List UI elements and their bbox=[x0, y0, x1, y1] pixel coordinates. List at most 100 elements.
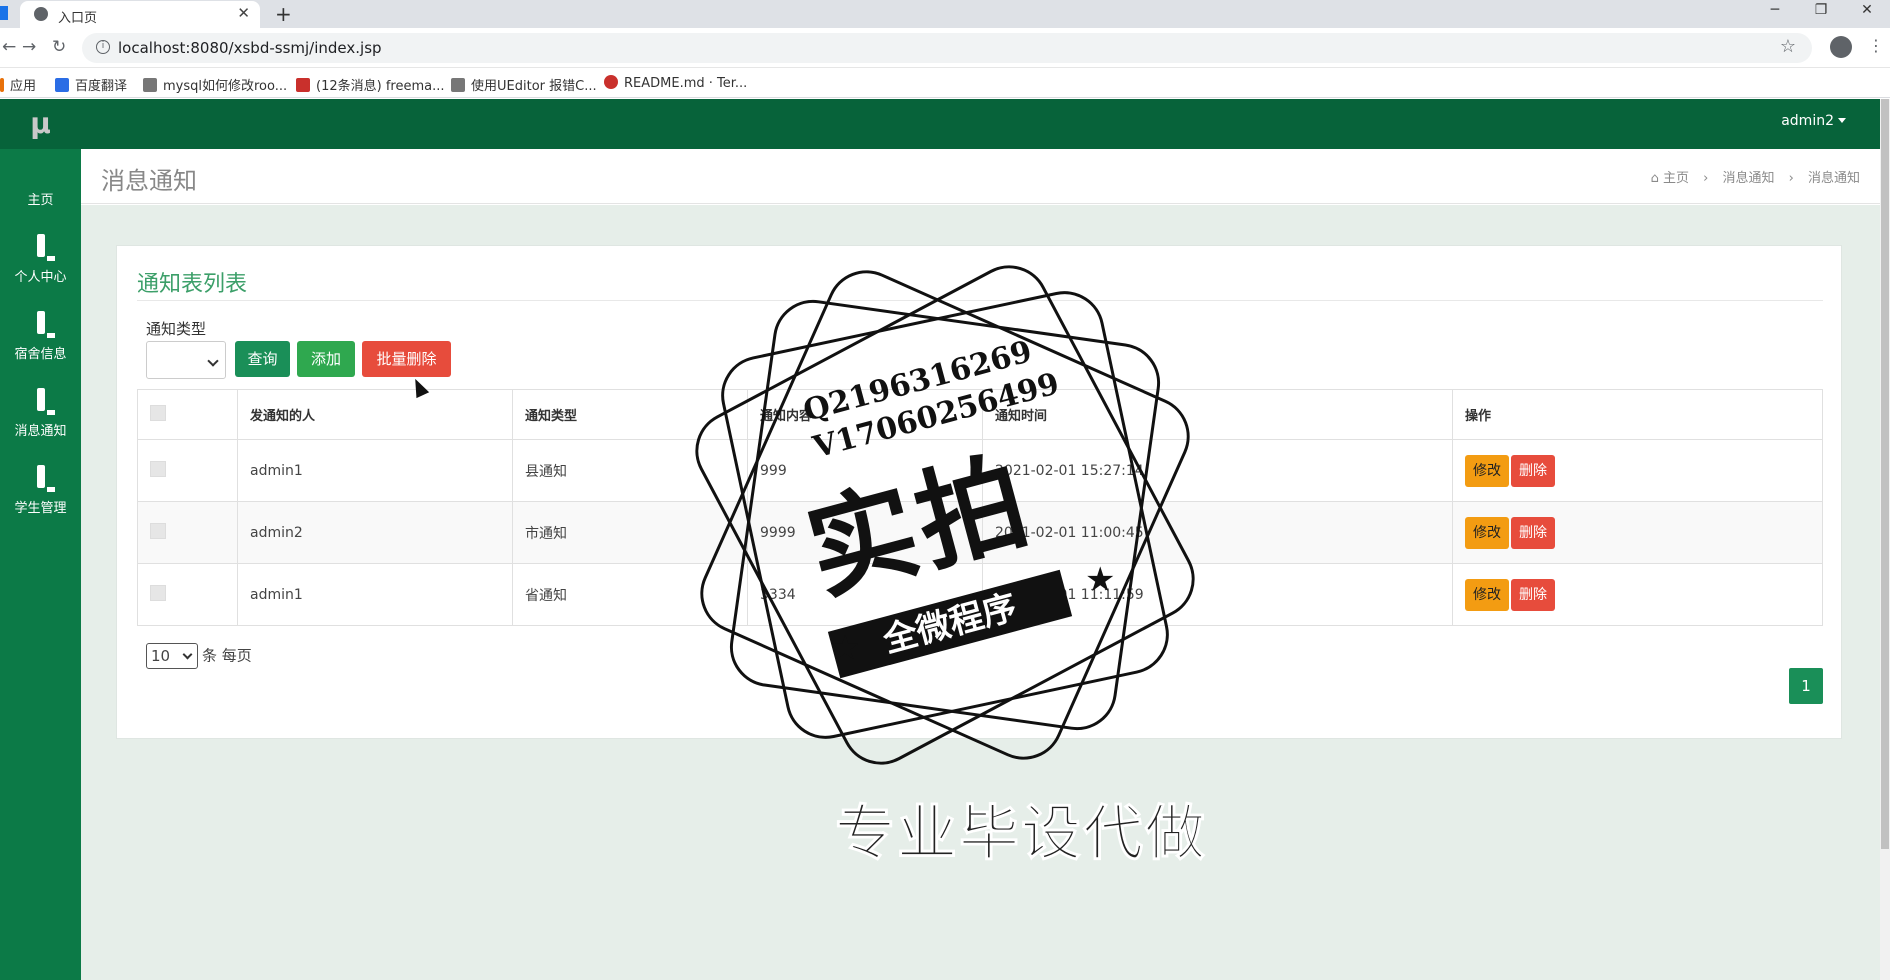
home-icon: ⌂ bbox=[1650, 171, 1659, 186]
content-cell: 999 bbox=[747, 439, 983, 502]
bookmark-star-icon[interactable]: ☆ bbox=[1780, 36, 1796, 57]
new-tab-button[interactable]: + bbox=[275, 2, 292, 26]
browser-menu-icon[interactable]: ⋮ bbox=[1868, 36, 1884, 55]
monitor-icon bbox=[27, 388, 55, 414]
address-bar: ← → ↻ i localhost:8080/xsbd-ssmj/index.j… bbox=[0, 28, 1890, 68]
type-cell: 县通知 bbox=[512, 439, 748, 502]
edit-button[interactable]: 修改 bbox=[1465, 578, 1509, 611]
user-menu[interactable]: admin2 bbox=[1781, 113, 1846, 129]
page-scrollbar[interactable] bbox=[1880, 99, 1890, 980]
url-field[interactable]: i localhost:8080/xsbd-ssmj/index.jsp ☆ bbox=[82, 33, 1812, 63]
bookmark-apps[interactable]: 应用 bbox=[0, 75, 36, 94]
time-cell: 2021-02-01 11:00:45 bbox=[982, 501, 1453, 564]
row-select-cell bbox=[137, 563, 238, 626]
breadcrumb-section[interactable]: 消息通知 bbox=[1722, 171, 1774, 186]
notice-type-select[interactable] bbox=[146, 341, 226, 379]
window-close-icon[interactable]: ✕ bbox=[1844, 0, 1890, 28]
watermark-bottom-text: 专业毕设代做 bbox=[835, 799, 1207, 870]
minimize-icon[interactable]: ─ bbox=[1752, 0, 1798, 28]
row-checkbox[interactable] bbox=[150, 584, 166, 601]
monitor-icon bbox=[27, 311, 55, 337]
forward-icon[interactable]: → bbox=[22, 37, 36, 57]
edit-button[interactable]: 修改 bbox=[1465, 516, 1509, 549]
gitee-icon bbox=[604, 75, 618, 89]
username: admin2 bbox=[1781, 113, 1834, 129]
bookmark-ueditor[interactable]: 使用UEditor 报错C... bbox=[451, 75, 597, 94]
list-panel: 通知表列表 通知类型 查询 添加 批量删除 发通知的人 通知类型 通知内容 通知… bbox=[116, 245, 1842, 739]
breadcrumb-home[interactable]: 主页 bbox=[1663, 171, 1689, 186]
column-header[interactable]: 通知类型 bbox=[512, 389, 748, 440]
sidebar-item-label: 消息通知 bbox=[14, 424, 67, 439]
chevron-right-icon: › bbox=[1703, 171, 1709, 186]
delete-button[interactable]: 删除 bbox=[1511, 454, 1555, 487]
sidebar-item-dormitory[interactable]: 宿舍信息 bbox=[0, 311, 81, 391]
delete-button[interactable]: 删除 bbox=[1511, 578, 1555, 611]
back-icon[interactable]: ← bbox=[2, 37, 16, 57]
page-icon bbox=[451, 78, 465, 92]
app-logo[interactable]: μ bbox=[0, 99, 81, 149]
bookmark-mysql[interactable]: mysql如何修改roo... bbox=[143, 75, 287, 94]
sender-cell: admin1 bbox=[237, 439, 513, 502]
tab-title: 入口页 bbox=[58, 11, 98, 26]
sidebar-item-label: 主页 bbox=[27, 193, 54, 208]
content-cell: 9999 bbox=[747, 501, 983, 564]
column-header[interactable]: 通知内容 bbox=[747, 389, 983, 440]
row-checkbox[interactable] bbox=[150, 522, 166, 539]
csdn-icon bbox=[296, 78, 310, 92]
page-header: 消息通知 ⌂ 主页 › 消息通知 › 消息通知 bbox=[81, 149, 1880, 204]
window-controls: ─ ❐ ✕ bbox=[1752, 0, 1890, 28]
bookmark-csdn[interactable]: (12条消息) freema... bbox=[296, 75, 444, 94]
sidebar-item-label: 学生管理 bbox=[14, 501, 67, 516]
sidebar-item-personal-center[interactable]: 个人中心 bbox=[0, 234, 81, 314]
query-button[interactable]: 查询 bbox=[235, 341, 290, 377]
breadcrumb-current: 消息通知 bbox=[1807, 171, 1860, 186]
add-button[interactable]: 添加 bbox=[297, 341, 355, 377]
browser-tab-strip: 入口页 ✕ + ─ ❐ ✕ bbox=[0, 0, 1890, 28]
info-icon[interactable]: i bbox=[96, 40, 110, 54]
monitor-icon bbox=[27, 465, 55, 491]
row-select-cell bbox=[137, 501, 238, 564]
chevron-right-icon: › bbox=[1788, 171, 1794, 186]
monitor-icon bbox=[27, 234, 55, 260]
sidebar-item-home[interactable]: 主页 bbox=[0, 161, 81, 237]
sidebar-item-label: 个人中心 bbox=[14, 270, 67, 285]
column-header[interactable]: 通知时间 bbox=[982, 389, 1453, 440]
scrollbar-thumb[interactable] bbox=[1881, 99, 1889, 849]
batch-delete-button[interactable]: 批量删除 bbox=[362, 341, 451, 377]
row-checkbox[interactable] bbox=[150, 460, 166, 477]
bookmark-readme[interactable]: README.md · Ter... bbox=[604, 75, 747, 91]
url-text[interactable]: localhost:8080/xsbd-ssmj/index.jsp bbox=[118, 39, 382, 57]
page-size-select[interactable]: 10 bbox=[146, 643, 198, 669]
caret-down-icon bbox=[1838, 118, 1846, 123]
reload-icon[interactable]: ↻ bbox=[52, 37, 66, 57]
profile-avatar-icon[interactable] bbox=[1830, 36, 1852, 58]
column-header[interactable]: 发通知的人 bbox=[237, 389, 513, 440]
bookmark-baidu-translate[interactable]: 百度翻译 bbox=[55, 75, 127, 94]
browser-tab[interactable]: 入口页 ✕ bbox=[20, 1, 260, 28]
type-cell: 市通知 bbox=[512, 501, 748, 564]
list-title: 通知表列表 bbox=[137, 272, 248, 297]
page-size-control: 10 条 每页 bbox=[146, 643, 252, 669]
dashboard-icon bbox=[27, 161, 55, 183]
pagination-page-1[interactable]: 1 bbox=[1789, 668, 1823, 704]
apps-icon bbox=[0, 78, 4, 92]
sender-cell: admin2 bbox=[237, 501, 513, 564]
filter-label: 通知类型 bbox=[146, 320, 207, 338]
delete-button[interactable]: 删除 bbox=[1511, 516, 1555, 549]
edit-button[interactable]: 修改 bbox=[1465, 454, 1509, 487]
actions-cell: 修改 删除 bbox=[1452, 501, 1823, 564]
sidebar-item-notifications[interactable]: 消息通知 bbox=[0, 388, 81, 468]
bookmarks-bar: 应用 百度翻译 mysql如何修改roo... (12条消息) freema..… bbox=[0, 68, 1890, 98]
top-navbar: admin2 bbox=[81, 99, 1880, 149]
tab-close-icon[interactable]: ✕ bbox=[237, 4, 250, 22]
sidebar-item-students[interactable]: 学生管理 bbox=[0, 465, 81, 545]
actions-cell: 修改 删除 bbox=[1452, 439, 1823, 502]
select-all-checkbox[interactable] bbox=[150, 404, 166, 421]
time-cell: 2021-02-01 11:11:59 bbox=[982, 563, 1453, 626]
restore-icon[interactable]: ❐ bbox=[1798, 0, 1844, 28]
baidu-translate-icon bbox=[55, 78, 69, 92]
globe-icon bbox=[34, 7, 48, 21]
row-select-cell bbox=[137, 439, 238, 502]
table-row: admin2 市通知 9999 2021-02-01 11:00:45 修改 删除 bbox=[137, 501, 1823, 564]
content-cell: 3334 bbox=[747, 563, 983, 626]
